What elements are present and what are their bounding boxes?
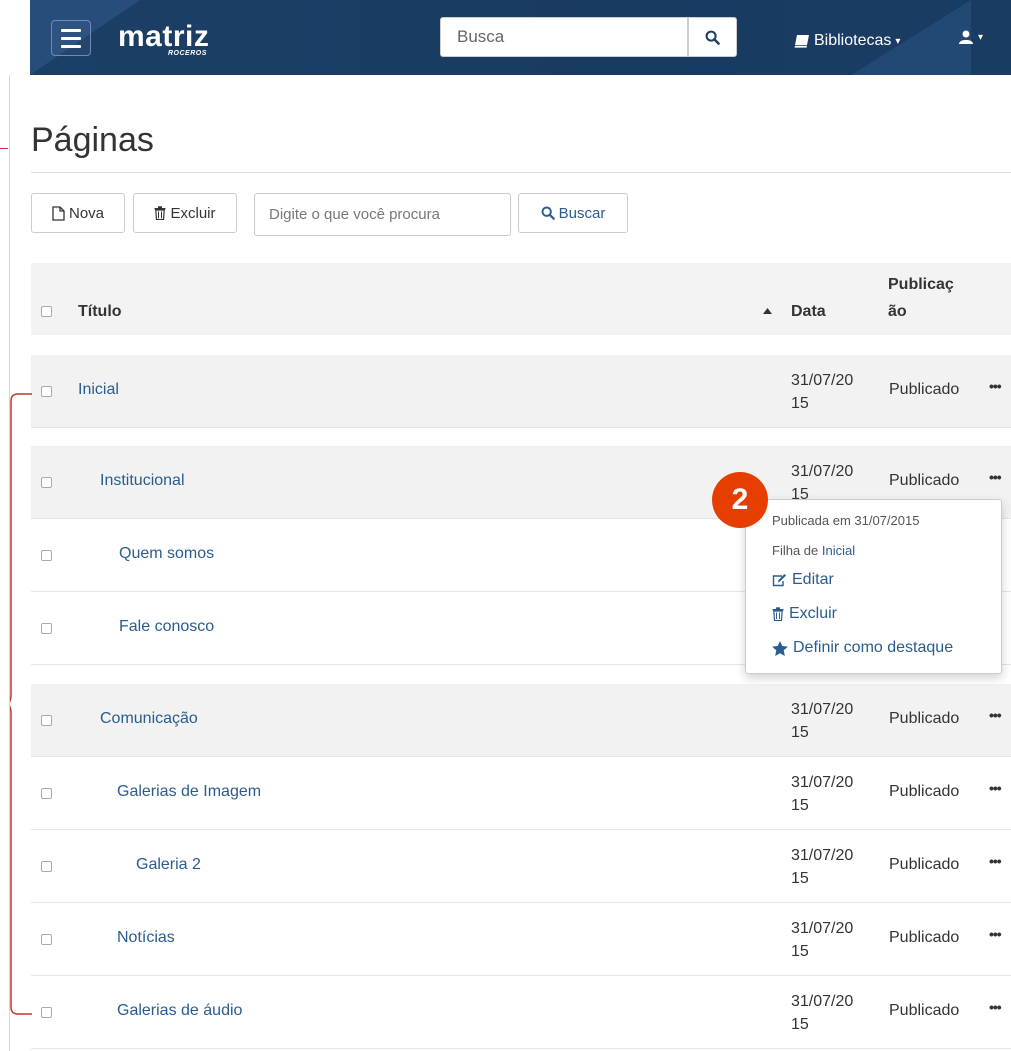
chevron-down-icon: ▾: [895, 35, 901, 47]
row-checkbox[interactable]: [41, 788, 52, 799]
user-icon: [959, 30, 973, 44]
page-title: Páginas: [31, 121, 154, 159]
table-row: Galerias de áudio 31/07/20 15 Publicado •…: [31, 976, 1011, 1049]
app-logo-subtitle: ROCEROS: [168, 50, 207, 57]
row-checkbox[interactable]: [41, 550, 52, 561]
file-icon: [52, 205, 65, 221]
trash-icon: [772, 607, 784, 621]
sort-asc-icon[interactable]: [763, 308, 772, 314]
page-search-input[interactable]: [254, 193, 511, 236]
table-row: Galeria 2 31/07/20 15 Publicado •••: [31, 830, 1011, 903]
menu-bar: [61, 44, 81, 48]
libraries-dropdown[interactable]: Bibliotecas ▾: [794, 32, 900, 50]
new-page-label: Nova: [68, 204, 105, 222]
row-checkbox[interactable]: [41, 934, 52, 945]
navbar-search-button[interactable]: [688, 17, 737, 57]
navbar-search: [440, 17, 737, 57]
divider: [31, 172, 1011, 173]
row-actions-button[interactable]: •••: [989, 926, 1002, 942]
delete-button[interactable]: Excluir: [133, 193, 237, 233]
row-title[interactable]: Notícias: [117, 929, 175, 947]
row-actions-button[interactable]: •••: [989, 999, 1002, 1015]
row-title[interactable]: Galerias de áudio: [117, 1002, 242, 1020]
app-logo[interactable]: matriz: [118, 20, 209, 54]
star-icon: [772, 640, 788, 656]
row-status: Publicado: [889, 1002, 960, 1019]
row-status: Publicado: [889, 856, 960, 873]
row-checkbox[interactable]: [41, 623, 52, 634]
row-checkbox[interactable]: [41, 477, 52, 488]
book-icon: [794, 34, 809, 48]
row-checkbox[interactable]: [41, 715, 52, 726]
row-title[interactable]: Galeria 2: [136, 856, 201, 874]
row-checkbox[interactable]: [41, 861, 52, 872]
row-status: Publicado: [889, 929, 960, 946]
row-date: 31/07/20 15: [791, 774, 854, 814]
search-button[interactable]: Buscar: [518, 193, 628, 233]
menu-bar: [61, 28, 81, 32]
annotation-bracket: [10, 393, 32, 1015]
annotation-badge: 2: [712, 472, 768, 528]
table-row: Galerias de Imagem 31/07/20 15 Publicado …: [31, 757, 1011, 830]
delete-menu-item[interactable]: Excluir: [772, 605, 837, 623]
parent-page-info: Filha de Inicial: [772, 543, 856, 558]
column-header-date[interactable]: Data: [791, 303, 826, 321]
row-actions-button[interactable]: •••: [989, 469, 1002, 485]
edit-label: Editar: [792, 571, 834, 588]
parent-page-link[interactable]: Inicial: [822, 543, 855, 558]
row-date: 31/07/20 15: [791, 993, 854, 1033]
row-title[interactable]: Comunicação: [100, 710, 198, 728]
row-status: Publicado: [889, 710, 960, 727]
row-title[interactable]: Quem somos: [119, 545, 214, 563]
row-title[interactable]: Institucional: [100, 472, 185, 490]
row-date: 31/07/20 15: [791, 920, 854, 960]
row-date: 31/07/20 15: [791, 847, 854, 887]
row-title[interactable]: Galerias de Imagem: [117, 783, 261, 801]
navbar-search-input[interactable]: [440, 17, 688, 57]
set-highlight-label: Definir como destaque: [793, 639, 954, 656]
row-actions-button[interactable]: •••: [989, 853, 1002, 869]
row-status: Publicado: [889, 381, 960, 398]
hamburger-menu-button[interactable]: [51, 20, 91, 56]
set-highlight-menu-item[interactable]: Definir como destaque: [772, 639, 953, 657]
row-date: 31/07/20 15: [791, 372, 854, 412]
select-all-checkbox[interactable]: [41, 306, 52, 317]
row-actions-button[interactable]: •••: [989, 378, 1002, 394]
menu-bar: [61, 36, 81, 40]
edit-menu-item[interactable]: Editar: [772, 571, 834, 589]
row-date: 31/07/20 15: [791, 701, 854, 741]
table-header: Título Data Publicaç ão: [31, 263, 1011, 335]
row-title[interactable]: Fale conosco: [119, 618, 214, 636]
search-icon: [705, 30, 720, 45]
delete-label: Excluir: [170, 204, 216, 222]
user-menu-dropdown[interactable]: ▾: [959, 30, 983, 44]
row-actions-button[interactable]: •••: [989, 707, 1002, 723]
table-row: Notícias 31/07/20 15 Publicado •••: [31, 903, 1011, 976]
column-header-publication-wrap: ão: [888, 303, 907, 320]
libraries-label: Bibliotecas: [814, 32, 892, 49]
new-page-button[interactable]: Nova: [31, 193, 125, 233]
row-actions-button[interactable]: •••: [989, 780, 1002, 796]
trash-icon: [154, 206, 166, 220]
row-checkbox[interactable]: [41, 1007, 52, 1018]
published-date-info: Publicada em 31/07/2015: [772, 513, 920, 528]
column-header-publication[interactable]: Publicaç: [888, 276, 954, 294]
chevron-down-icon: ▾: [978, 31, 984, 43]
column-header-title[interactable]: Título: [78, 303, 122, 321]
table-row: Inicial 31/07/20 15 Publicado •••: [31, 355, 1011, 428]
annotation-tick: [0, 148, 8, 149]
top-navbar: matriz ROCEROS Bibliotecas ▾ ▾: [30, 0, 1011, 75]
table-row: Comunicação 31/07/20 15 Publicado •••: [31, 684, 1011, 757]
delete-menu-label: Excluir: [789, 605, 838, 622]
row-status: Publicado: [889, 783, 960, 800]
search-button-label: Buscar: [558, 204, 606, 222]
search-icon: [541, 206, 555, 220]
edit-icon: [772, 574, 786, 587]
row-checkbox[interactable]: [41, 386, 52, 397]
row-context-menu: Publicada em 31/07/2015 Filha de Inicial…: [745, 499, 1002, 674]
row-title[interactable]: Inicial: [78, 381, 119, 399]
row-status: Publicado: [889, 472, 960, 489]
